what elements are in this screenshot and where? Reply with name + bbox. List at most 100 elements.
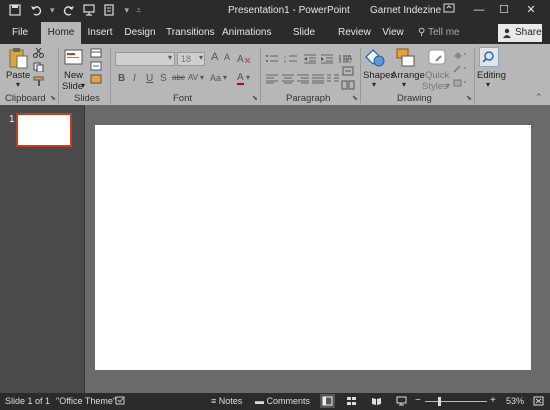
zoom-out-button[interactable]: − <box>415 395 421 406</box>
notes-button[interactable]: ≡ Notes <box>211 396 242 406</box>
font-launcher-icon[interactable]: ⬊ <box>252 94 258 102</box>
copy-icon[interactable] <box>33 62 44 72</box>
justify-icon[interactable] <box>311 74 325 84</box>
collapse-ribbon-icon[interactable]: ⌃ <box>535 92 543 103</box>
slide-show-button[interactable] <box>396 396 407 408</box>
quick-styles-label-1[interactable]: Quick <box>425 70 449 81</box>
shapes-dropdown-icon[interactable]: ▾ <box>372 80 376 89</box>
font-color-dropdown-icon[interactable]: ▾ <box>246 73 250 82</box>
section-icon[interactable] <box>90 74 104 84</box>
drawing-launcher-icon[interactable]: ⬊ <box>466 94 472 102</box>
font-name-dropdown-icon[interactable]: ▾ <box>168 53 172 62</box>
zoom-level[interactable]: 53% <box>506 396 524 406</box>
text-direction-icon[interactable]: ||A <box>341 52 355 62</box>
tab-transitions[interactable]: Transitions <box>166 22 215 44</box>
font-name-input[interactable] <box>115 52 175 66</box>
numbering-icon[interactable]: 12 <box>284 54 298 64</box>
arrange-dropdown-icon[interactable]: ▾ <box>402 80 406 89</box>
bullets-icon[interactable] <box>265 54 279 64</box>
paste-dropdown-icon[interactable]: ▾ <box>16 80 20 89</box>
editing-label[interactable]: Editing <box>477 70 506 81</box>
reading-view-button[interactable] <box>371 396 382 408</box>
tab-home[interactable]: Home <box>41 22 81 44</box>
slide-canvas[interactable] <box>95 125 531 370</box>
grow-font-button[interactable]: A <box>211 51 218 63</box>
columns-icon[interactable] <box>326 74 340 84</box>
maximize-button[interactable]: ☐ <box>493 2 515 18</box>
share-button[interactable]: Share <box>498 24 542 42</box>
shape-fill-icon[interactable] <box>452 50 468 60</box>
quick-styles-icon[interactable] <box>426 47 448 69</box>
align-center-icon[interactable] <box>281 74 295 84</box>
customize-qat-icon[interactable]: ⩡ <box>136 5 141 16</box>
decrease-indent-icon[interactable] <box>303 54 317 64</box>
shapes-icon[interactable] <box>364 47 386 69</box>
zoom-in-button[interactable]: + <box>490 395 496 406</box>
shape-effects-icon[interactable] <box>452 78 468 88</box>
format-painter-icon[interactable] <box>33 76 44 86</box>
new-slide-dropdown-icon[interactable]: ▾ <box>81 81 85 90</box>
paragraph-launcher-icon[interactable]: ⬊ <box>352 94 358 102</box>
align-text-icon[interactable] <box>341 66 355 76</box>
minimize-button[interactable]: — <box>468 2 490 18</box>
tab-review[interactable]: Review <box>338 22 371 44</box>
change-case-button[interactable]: Aa <box>210 73 221 83</box>
new-slide-label-2[interactable]: Slide <box>62 81 83 92</box>
reset-icon[interactable] <box>90 61 104 71</box>
italic-button[interactable]: I <box>133 73 136 84</box>
touch-mode-dropdown-icon[interactable]: ▾ <box>125 5 130 16</box>
save-icon[interactable] <box>8 3 22 17</box>
increase-indent-icon[interactable] <box>320 54 334 64</box>
arrange-icon[interactable] <box>395 47 417 69</box>
strikethrough-button[interactable]: abc <box>172 73 185 82</box>
tab-slide-show[interactable]: Slide Show <box>281 22 327 60</box>
start-from-beginning-icon[interactable] <box>83 3 97 17</box>
case-dropdown-icon[interactable]: ▾ <box>223 73 227 82</box>
smartart-icon[interactable] <box>341 80 355 90</box>
text-shadow-button[interactable]: S <box>160 73 167 84</box>
slide-thumbnail[interactable] <box>16 113 72 147</box>
bold-button[interactable]: B <box>118 73 125 84</box>
clear-formatting-icon[interactable]: A <box>237 52 251 65</box>
align-right-icon[interactable] <box>296 74 310 84</box>
underline-button[interactable]: U <box>146 73 153 84</box>
undo-dropdown-icon[interactable]: ▾ <box>50 5 55 16</box>
ribbon-display-options-icon[interactable] <box>438 2 460 18</box>
editing-dropdown-icon[interactable]: ▾ <box>486 80 490 89</box>
tell-me-search[interactable]: ⚲ Tell me <box>418 22 460 44</box>
quick-styles-dropdown-icon[interactable]: ▾ <box>446 81 450 90</box>
zoom-slider-track[interactable] <box>425 401 487 402</box>
comments-button[interactable]: ▬ Comments <box>255 396 310 406</box>
align-left-icon[interactable] <box>265 74 279 84</box>
new-slide-icon[interactable] <box>64 48 86 68</box>
fit-slide-button[interactable] <box>533 396 544 408</box>
editing-button[interactable] <box>479 47 499 67</box>
quick-styles-label-2[interactable]: Styles <box>422 81 448 92</box>
normal-view-button[interactable] <box>320 394 335 408</box>
spacing-dropdown-icon[interactable]: ▾ <box>200 73 204 82</box>
clipboard-launcher-icon[interactable]: ⬊ <box>50 94 56 102</box>
font-color-button[interactable]: A <box>237 73 244 85</box>
shrink-font-button[interactable]: A <box>224 52 230 62</box>
tab-view[interactable]: View <box>380 22 406 44</box>
font-size-dropdown-icon[interactable]: ▾ <box>199 53 203 62</box>
undo-icon[interactable] <box>29 3 43 17</box>
tab-file[interactable]: File <box>6 22 34 44</box>
slide-sorter-button[interactable] <box>346 396 357 408</box>
user-name[interactable]: Garnet Indezine <box>370 5 441 16</box>
tab-insert[interactable]: Insert <box>85 22 115 44</box>
layout-icon[interactable] <box>90 48 104 58</box>
tab-animations[interactable]: Animations <box>222 22 271 44</box>
zoom-slider-thumb[interactable] <box>438 397 441 406</box>
touch-mouse-mode-icon[interactable] <box>104 3 118 17</box>
character-spacing-button[interactable]: AV <box>188 73 198 82</box>
paste-icon[interactable] <box>8 47 28 69</box>
cut-icon[interactable] <box>33 48 44 58</box>
new-slide-label-1[interactable]: New <box>64 70 83 81</box>
tab-design[interactable]: Design <box>124 22 156 44</box>
close-button[interactable]: ✕ <box>520 2 542 18</box>
shape-outline-icon[interactable] <box>452 64 468 74</box>
arrange-button[interactable]: Arrange <box>391 70 425 81</box>
accessibility-icon[interactable] <box>115 396 125 408</box>
redo-icon[interactable] <box>62 3 76 17</box>
